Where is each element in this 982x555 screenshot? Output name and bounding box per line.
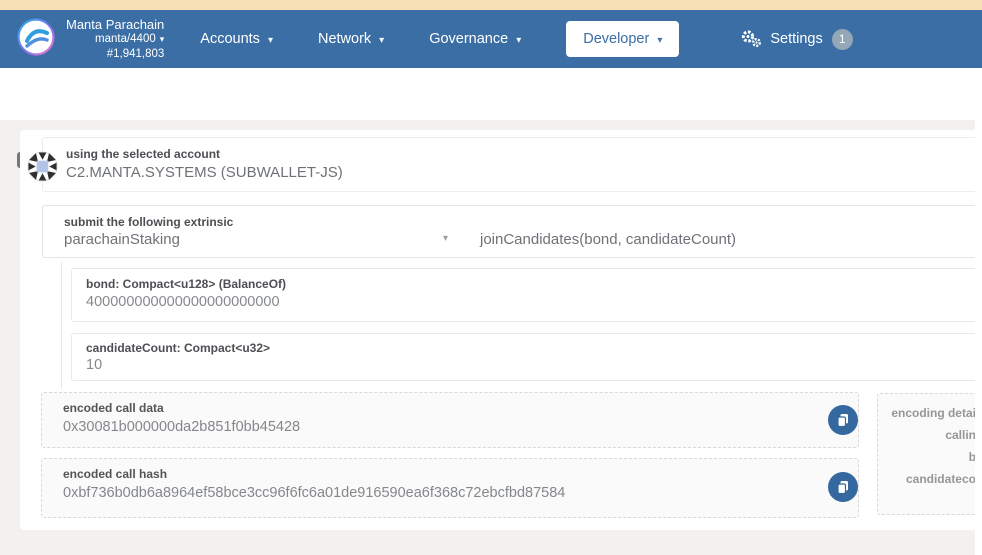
manta-logo-icon <box>17 17 55 56</box>
bond-label: bond: Compact<u128> (BalanceOf) <box>86 277 287 291</box>
top-accent-strip <box>0 0 982 10</box>
chain-name: Manta Parachain <box>66 17 165 32</box>
main-nav: Accounts ▾ Network ▾ Governance ▾ Developer… <box>200 21 853 57</box>
settings-label: Settings <box>770 31 823 47</box>
account-label: using the selected account <box>66 147 221 161</box>
gear-icon <box>742 30 762 47</box>
nav-item-settings[interactable]: Settings 1 <box>739 28 853 50</box>
candidate-count-input[interactable]: 10 <box>86 357 102 373</box>
call-data-value: 0x30081b000000da2b851f0bb45428 <box>63 419 301 435</box>
section-select[interactable]: parachainStaking <box>64 231 180 248</box>
tabbar: Extrinsics Submission Decode <box>0 68 982 188</box>
nav-item-accounts[interactable]: Accounts ▾ <box>200 31 273 47</box>
screen: Manta Parachain manta/4400 ▾ #1,941,803 A… <box>0 0 982 555</box>
chain-spec: manta/4400 ▾ <box>95 33 165 45</box>
chain-selector[interactable]: Manta Parachain manta/4400 ▾ #1,941,803 <box>66 17 164 61</box>
copy-icon <box>837 413 848 427</box>
manta-logo[interactable] <box>17 17 55 61</box>
chevron-down-icon: ▾ <box>267 35 273 46</box>
param-candidate-count: candidateCount: Compact<u32> 10 <box>71 333 982 381</box>
nav-item-network[interactable]: Network ▾ <box>318 31 384 47</box>
account-value: C2.MANTA.SYSTEMS (SUBWALLET-JS) <box>66 164 343 181</box>
scrollbar[interactable] <box>975 68 982 555</box>
copy-call-hash-button[interactable] <box>828 472 858 502</box>
chevron-down-icon: ▾ <box>516 35 522 46</box>
account-identicon <box>27 151 58 182</box>
block-number: #1,941,803 <box>106 47 165 60</box>
call-hash-value: 0xbf736b0db6a8964ef58bce3cc96f6fc6a01de9… <box>63 485 566 501</box>
encoding-details-title: encoding detai <box>891 406 976 420</box>
encoding-details-box: encoding detai callin b candidateco <box>877 393 982 515</box>
encoded-call-data-box: encoded call data 0x30081b000000da2b851f… <box>41 392 859 448</box>
param-bond: bond: Compact<u128> (BalanceOf) 40000000… <box>71 268 982 322</box>
app-header: Manta Parachain manta/4400 ▾ #1,941,803 A… <box>0 10 982 68</box>
candidate-count-label: candidateCount: Compact<u32> <box>86 341 271 355</box>
extrinsic-label: submit the following extrinsic <box>64 215 234 229</box>
call-data-label: encoded call data <box>63 401 164 415</box>
settings-count-badge: 1 <box>831 28 853 50</box>
chevron-down-icon: ▾ <box>657 35 663 46</box>
account-select[interactable]: using the selected account C2.MANTA.SYST… <box>42 137 982 192</box>
bond-input[interactable]: 400000000000000000000000 <box>86 294 280 310</box>
nav-item-developer[interactable]: Developer ▾ <box>566 21 680 57</box>
encoding-details-text: encoding detai callin b candidateco <box>878 402 976 490</box>
nav-item-governance[interactable]: Governance ▾ <box>429 31 521 47</box>
copy-icon <box>837 480 848 494</box>
chevron-down-icon[interactable]: ▾ <box>443 233 448 244</box>
encoded-call-hash-box: encoded call hash 0xbf736b0db6a8964ef58b… <box>41 458 859 518</box>
encoding-details-row: b <box>968 450 976 464</box>
params-indent-guide <box>61 262 62 389</box>
chevron-down-icon: ▾ <box>379 35 385 46</box>
encoding-details-row: callin <box>945 428 976 442</box>
encoding-details-row: candidateco <box>905 472 976 486</box>
chevron-down-icon: ▾ <box>159 34 165 44</box>
call-hash-label: encoded call hash <box>63 467 168 481</box>
copy-call-data-button[interactable] <box>828 405 858 435</box>
extrinsic-select-box: submit the following extrinsic parachain… <box>42 205 982 258</box>
method-select[interactable]: joinCandidates(bond, candidateCount) <box>480 231 736 248</box>
